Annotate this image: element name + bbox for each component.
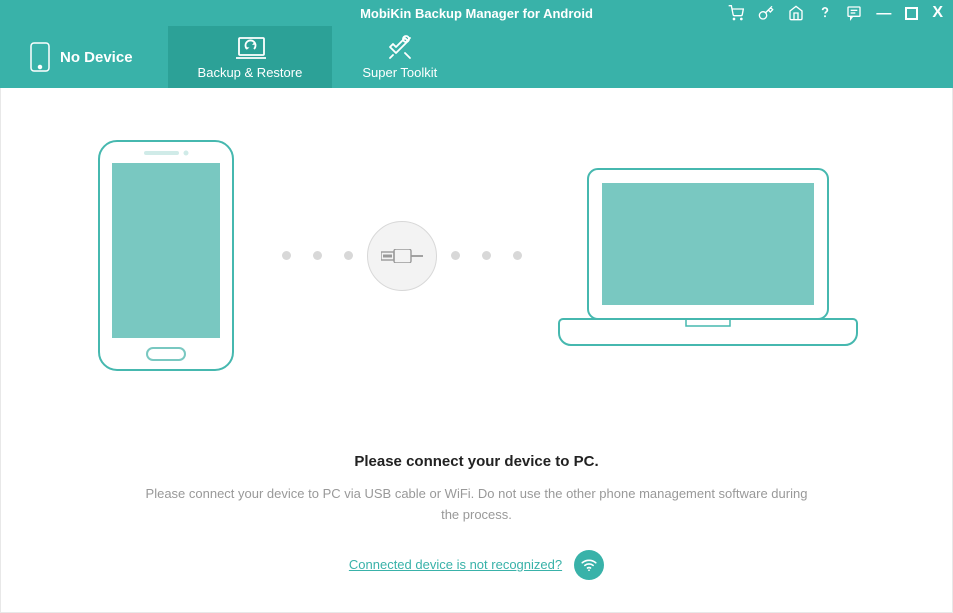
usb-icon [381, 249, 423, 263]
toolkit-icon [387, 35, 413, 61]
minimize-button[interactable]: — [876, 6, 891, 21]
wifi-button[interactable] [574, 550, 604, 580]
key-icon[interactable] [758, 5, 774, 21]
not-recognized-link[interactable]: Connected device is not recognized? [349, 557, 562, 572]
maximize-button[interactable] [905, 7, 918, 20]
home-icon[interactable] [788, 5, 804, 21]
title-bar-controls: — X [728, 0, 943, 26]
main-content: Please connect your device to PC. Please… [0, 88, 953, 613]
dots-right [451, 251, 522, 260]
nav-bar: No Device Backup & Restore Super Toolkit [0, 26, 953, 88]
usb-connector [367, 221, 437, 291]
help-icon[interactable] [818, 5, 832, 21]
dots-left [282, 251, 353, 260]
nav-super-toolkit[interactable]: Super Toolkit [332, 26, 467, 88]
cart-icon[interactable] [728, 5, 744, 21]
connect-description: Please connect your device to PC via USB… [137, 484, 817, 526]
nav-device[interactable]: No Device [0, 26, 168, 88]
nav-backup-label: Backup & Restore [198, 65, 303, 80]
dot [282, 251, 291, 260]
wifi-icon [580, 556, 598, 574]
connection-illustration [41, 138, 912, 373]
dot [344, 251, 353, 260]
help-row: Connected device is not recognized? [349, 550, 604, 580]
dot [313, 251, 322, 260]
phone-illustration [96, 138, 236, 373]
dot [513, 251, 522, 260]
app-title: MobiKin Backup Manager for Android [360, 6, 593, 21]
dot [451, 251, 460, 260]
dot [482, 251, 491, 260]
nav-device-label: No Device [60, 49, 133, 66]
connect-heading: Please connect your device to PC. [354, 453, 598, 470]
feedback-icon[interactable] [846, 5, 862, 21]
laptop-illustration [558, 166, 858, 346]
backup-restore-icon [233, 35, 267, 61]
phone-icon [30, 42, 50, 72]
nav-toolkit-label: Super Toolkit [362, 65, 437, 80]
title-bar: MobiKin Backup Manager for Android — X [0, 0, 953, 26]
nav-backup-restore[interactable]: Backup & Restore [168, 26, 333, 88]
close-button[interactable]: X [932, 5, 943, 21]
